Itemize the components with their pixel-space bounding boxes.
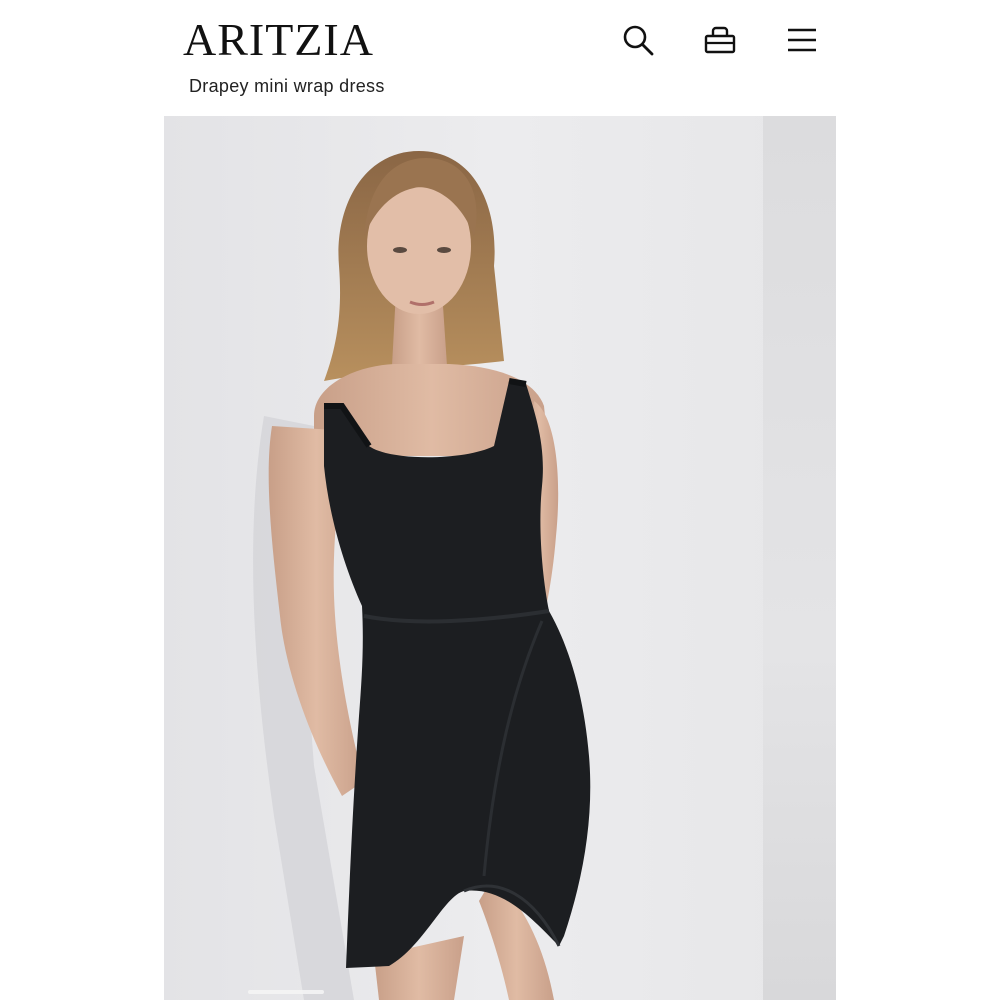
menu-button[interactable] <box>782 20 822 60</box>
search-icon <box>623 25 654 56</box>
shopping-bag-icon <box>704 26 736 54</box>
product-image[interactable] <box>164 116 836 1000</box>
brand-logo[interactable]: ARITZIA <box>183 14 374 66</box>
product-page: Drapey mini wrap dress ARITZIA <box>0 0 1000 1000</box>
product-title: Drapey mini wrap dress <box>189 76 385 96</box>
site-header: ARITZIA <box>0 0 1000 72</box>
image-scroll-indicator <box>248 990 324 994</box>
shopping-bag-button[interactable] <box>700 20 740 60</box>
product-photo <box>164 116 836 1000</box>
next-image-peek[interactable] <box>763 116 836 1000</box>
search-button[interactable] <box>618 20 658 60</box>
hamburger-menu-icon <box>788 28 816 52</box>
